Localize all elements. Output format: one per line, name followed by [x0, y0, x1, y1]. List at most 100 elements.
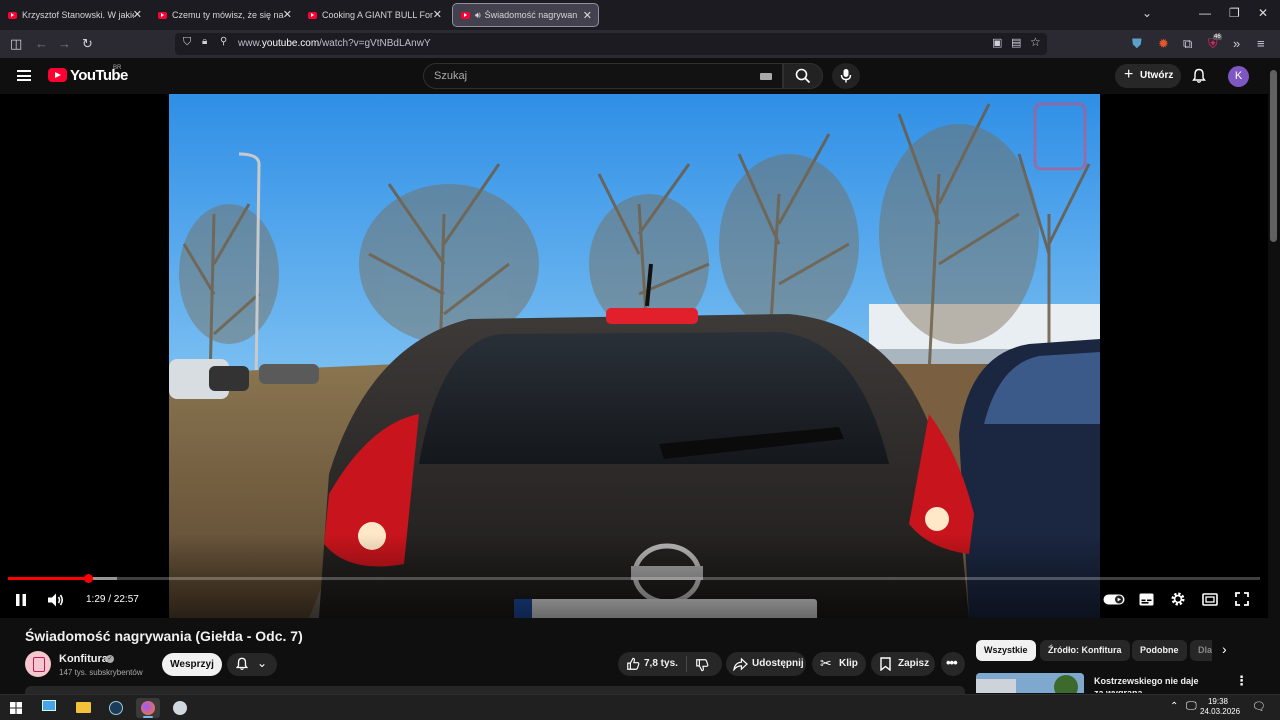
like-dislike-group: 7,8 tys. — [618, 652, 722, 676]
taskbar-app-bird[interactable] — [168, 698, 192, 718]
sidebar-toggle-icon[interactable]: ◫ — [10, 36, 22, 52]
restore-icon[interactable]: ❐ — [1229, 6, 1240, 20]
youtube-favicon-icon — [158, 11, 167, 19]
tracking-shield-icon[interactable]: ⛉ — [183, 36, 191, 49]
youtube-logo-icon[interactable] — [48, 68, 67, 82]
share-button[interactable]: Udostępnij — [726, 652, 806, 676]
browser-tab-1[interactable]: Krzysztof Stanowski. W jakiej sp ✕ — [0, 3, 148, 27]
taskbar-firefox[interactable] — [136, 698, 160, 718]
video-title: Świadomość nagrywania (Giełda - Odc. 7) — [25, 628, 303, 644]
forward-arrow-icon[interactable]: → — [58, 36, 71, 51]
settings-gear-icon[interactable] — [1170, 591, 1186, 607]
url-text: www.youtube.com/watch?v=gVtNBdLAnwY — [238, 38, 431, 49]
network-icon[interactable]: 🖵︎ — [1186, 700, 1197, 713]
video-player[interactable]: 1:29 / 22:57 — [0, 94, 1268, 618]
tab-close-icon[interactable]: ✕ — [133, 8, 142, 21]
like-count[interactable]: 7,8 tys. — [644, 658, 678, 669]
tray-overflow-icon[interactable]: ⌃ — [1170, 701, 1178, 712]
theater-mode-icon[interactable] — [1202, 593, 1218, 606]
extensions-puzzle-icon[interactable]: ⧉ — [1183, 36, 1192, 52]
hamburger-menu-icon[interactable] — [17, 70, 31, 81]
chip-all[interactable]: Wszystkie — [976, 640, 1036, 661]
back-arrow-icon[interactable]: ← — [35, 36, 48, 51]
create-label: Utwórz — [1140, 70, 1174, 81]
folder-icon — [76, 702, 91, 713]
browser-tab-2[interactable]: Czemu ty mówisz, że się na ciel ✕ — [150, 3, 298, 27]
tab-close-icon[interactable]: ✕ — [283, 8, 292, 21]
browser-tab-active[interactable]: 🔊︎ Świadomość nagrywania (G ✕ — [452, 3, 599, 27]
taskbar-file-explorer[interactable] — [71, 698, 95, 718]
shield-extension-icon[interactable]: ⛊ — [1132, 36, 1142, 52]
fullscreen-icon[interactable] — [1235, 592, 1249, 606]
chevron-down-icon: ⌄ — [257, 656, 268, 670]
save-button[interactable]: Zapisz — [871, 652, 935, 676]
recommendation-thumbnail[interactable] — [976, 673, 1084, 693]
more-actions-button[interactable]: ••• — [941, 652, 965, 676]
browser-tab-3[interactable]: Cooking A GIANT BULL For A G ✕ — [300, 3, 448, 27]
lock-icon[interactable]: 🔒︎ — [202, 36, 207, 47]
page-scrollbar[interactable] — [1268, 58, 1280, 694]
close-window-icon[interactable]: ✕ — [1258, 6, 1268, 20]
controls-gradient — [0, 534, 1268, 618]
app-menu-icon[interactable]: ≡ — [1257, 36, 1265, 51]
volume-icon[interactable] — [47, 592, 65, 608]
bookmark-star-icon[interactable]: ☆ — [1030, 35, 1041, 49]
tab-close-icon[interactable]: ✕ — [583, 9, 592, 22]
keyboard-icon[interactable] — [760, 73, 772, 80]
scrollbar-thumb[interactable] — [1270, 70, 1277, 242]
voice-search-button[interactable] — [832, 63, 860, 89]
youtube-favicon-icon — [308, 11, 317, 19]
progress-bar[interactable] — [8, 574, 1260, 583]
recommendation-menu-icon[interactable]: ⋮ — [1235, 673, 1248, 689]
channel-name[interactable]: Konfitura — [59, 653, 108, 665]
active-app-indicator — [143, 716, 153, 718]
thumbs-down-icon[interactable] — [695, 658, 709, 672]
reader-view-icon[interactable]: ▤ — [1011, 36, 1021, 49]
reload-icon[interactable]: ↻ — [82, 36, 93, 52]
notifications-bell-icon[interactable] — [1191, 68, 1207, 84]
thumbs-up-icon[interactable] — [626, 657, 640, 671]
address-bar[interactable]: ⛉ 🔒︎ ⚲ www.youtube.com/watch?v=gVtNBdLAn… — [175, 33, 1047, 55]
pause-icon[interactable] — [14, 593, 28, 607]
thumbnail-image — [976, 673, 1084, 693]
windows-start-icon[interactable] — [10, 702, 22, 714]
clip-button[interactable]: ✂ Klip — [812, 652, 866, 676]
taskbar-monitor-app[interactable] — [37, 698, 61, 718]
played-bar — [8, 577, 89, 580]
permissions-icon[interactable]: ⚲ — [220, 36, 227, 47]
taskbar-clock[interactable]: 19:38 24.03.2026 — [1200, 697, 1240, 717]
notification-settings-button[interactable]: ⌄ — [227, 653, 277, 676]
search-button[interactable] — [783, 63, 823, 89]
support-button[interactable]: Wesprzyj — [162, 653, 222, 676]
chips-next-chevron-icon[interactable]: › — [1222, 641, 1227, 657]
picture-in-picture-icon[interactable]: ▣ — [992, 36, 1002, 49]
minimize-icon[interactable]: — — [1199, 6, 1211, 20]
overflow-chevrons-icon[interactable]: » — [1233, 36, 1240, 51]
autoplay-toggle-icon[interactable] — [1103, 593, 1125, 606]
channel-avatar[interactable] — [25, 651, 51, 677]
subtitles-icon[interactable] — [1139, 593, 1154, 606]
description-box[interactable] — [25, 686, 965, 694]
search-input[interactable]: Szukaj — [423, 63, 783, 89]
create-button[interactable]: + Utwórz — [1115, 64, 1181, 88]
recommendation-title[interactable]: Kostrzewskiego nie daje za wygraną — [1094, 675, 1204, 693]
chip-for-you-clip: Dla — [1190, 640, 1212, 661]
notification-center-icon[interactable]: 🗨︎ — [1252, 700, 1266, 713]
fox-extension-icon[interactable]: ✹ — [1158, 36, 1169, 52]
tab-title: Świadomość nagrywania (G — [484, 10, 577, 20]
tab-title: Czemu ty mówisz, że się na ciel — [172, 10, 284, 20]
more-horizontal-icon: ••• — [946, 655, 958, 670]
firefox-icon — [141, 701, 155, 715]
chip-similar[interactable]: Podobne — [1132, 640, 1187, 661]
speaker-icon[interactable]: 🔊︎ — [475, 10, 481, 21]
tab-list-chevron-icon[interactable]: ⌄ — [1142, 6, 1152, 20]
chip-for-you[interactable]: Dla — [1190, 640, 1212, 661]
search-icon — [795, 68, 811, 84]
clip-label: Klip — [839, 658, 858, 669]
tab-title: Cooking A GIANT BULL For A G — [322, 10, 434, 20]
save-label: Zapisz — [898, 658, 930, 669]
account-avatar[interactable]: K — [1228, 66, 1249, 87]
chip-source-konfitura[interactable]: Źródło: Konfitura — [1040, 640, 1130, 661]
tab-close-icon[interactable]: ✕ — [433, 8, 442, 21]
taskbar-steam[interactable] — [104, 698, 128, 718]
